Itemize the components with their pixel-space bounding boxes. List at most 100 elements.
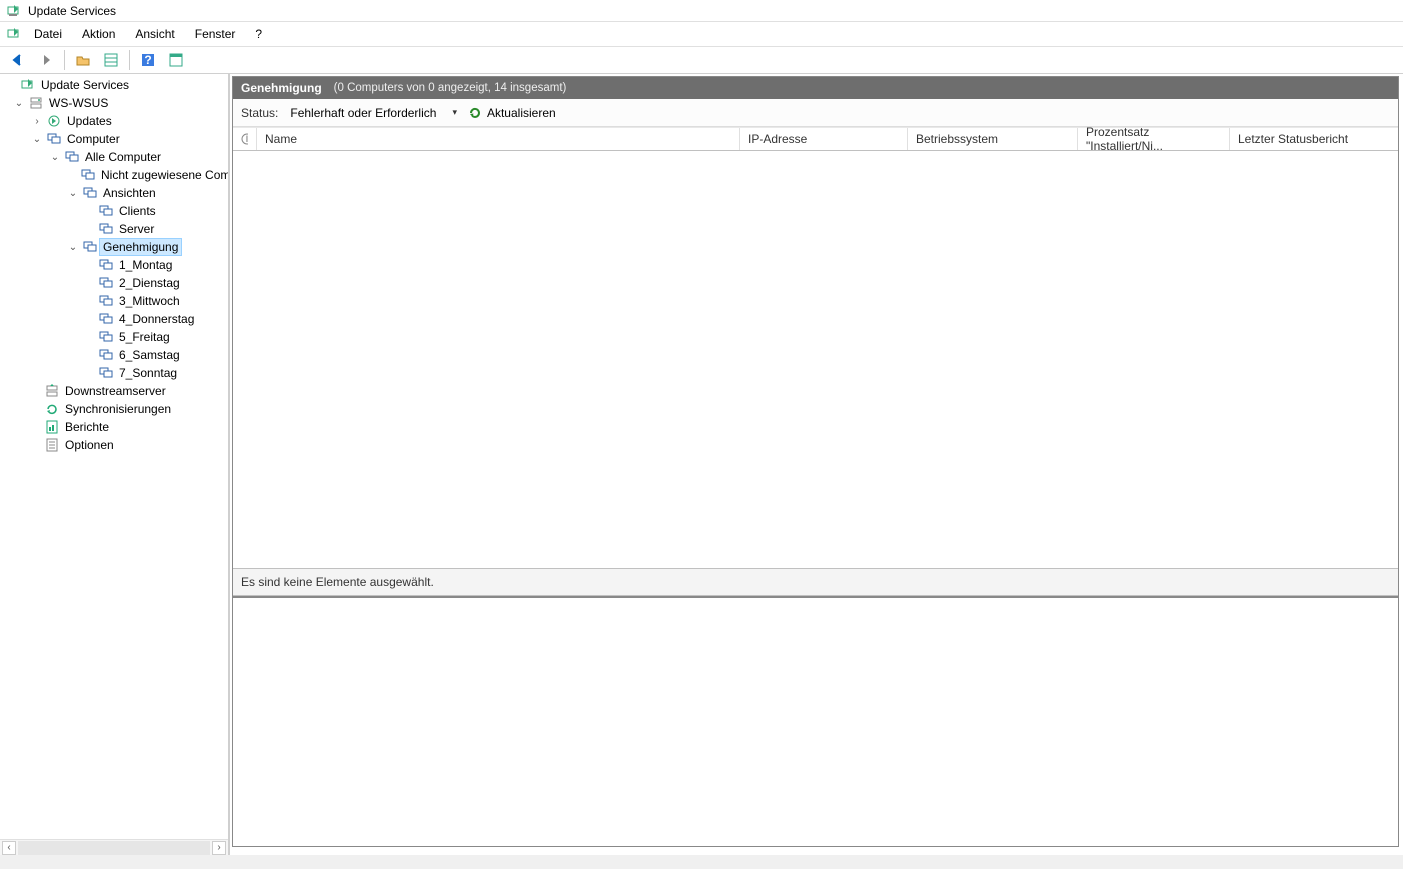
caret-open-icon[interactable]: ⌄ <box>66 242 80 253</box>
tree-all-computers[interactable]: ⌄ Alle Computer <box>0 148 228 166</box>
tree-label: Clients <box>116 203 159 219</box>
column-info-icon[interactable]: i <box>233 128 257 150</box>
tree-clients[interactable]: Clients <box>0 202 228 220</box>
caret-open-icon[interactable]: ⌄ <box>12 98 26 109</box>
report-icon <box>44 419 60 435</box>
tree-label: Downstreamserver <box>62 383 169 399</box>
tree-label: 6_Samstag <box>116 347 183 363</box>
sync-icon <box>44 401 60 417</box>
tree-label: Updates <box>64 113 115 129</box>
options-icon <box>44 437 60 453</box>
tree-day[interactable]: 7_Sonntag <box>0 364 228 382</box>
server-icon <box>28 95 44 111</box>
new-window-button[interactable] <box>164 49 188 71</box>
menu-ansicht[interactable]: Ansicht <box>127 25 182 43</box>
tree-day[interactable]: 3_Mittwoch <box>0 292 228 310</box>
window-title: Update Services <box>28 4 116 18</box>
computer-group-icon <box>98 293 114 309</box>
tree-label: 5_Freitag <box>116 329 173 345</box>
computer-group-icon <box>82 185 98 201</box>
refresh-icon <box>467 105 483 121</box>
tree-servernode[interactable]: Server <box>0 220 228 238</box>
tree-label: Ansichten <box>100 185 159 201</box>
menu-datei[interactable]: Datei <box>26 25 70 43</box>
tree-label: Computer <box>64 131 123 147</box>
tree-label: 3_Mittwoch <box>116 293 183 309</box>
caret-closed-icon[interactable]: › <box>30 116 44 127</box>
tree-label: Alle Computer <box>82 149 164 165</box>
tree-label: Nicht zugewiesene Com <box>98 167 228 183</box>
tree-label: WS-WSUS <box>46 95 111 111</box>
computer-group-icon <box>98 311 114 327</box>
tree-syncs[interactable]: Synchronisierungen <box>0 400 228 418</box>
tree-options[interactable]: Optionen <box>0 436 228 454</box>
tree-label: Optionen <box>62 437 117 453</box>
updates-icon <box>46 113 62 129</box>
tree-label: 1_Montag <box>116 257 175 273</box>
computer-group-icon <box>98 275 114 291</box>
svg-text:i: i <box>246 133 248 145</box>
statusbar <box>0 855 1403 869</box>
app-icon <box>6 3 22 19</box>
tree-day[interactable]: 5_Freitag <box>0 328 228 346</box>
tree-day[interactable]: 2_Dienstag <box>0 274 228 292</box>
list-view-button[interactable] <box>99 49 123 71</box>
tree-updates[interactable]: › Updates <box>0 112 228 130</box>
help-button[interactable]: ? <box>136 49 160 71</box>
tree-pane: Update Services ⌄ WS-WSUS › Updates ⌄ Co… <box>0 74 230 855</box>
menubar: Datei Aktion Ansicht Fenster ? <box>0 22 1403 46</box>
tree-label: Synchronisierungen <box>62 401 174 417</box>
computer-group-icon <box>98 257 114 273</box>
tree-root[interactable]: Update Services <box>0 76 228 94</box>
scroll-right-icon[interactable]: › <box>212 841 226 855</box>
tree-reports[interactable]: Berichte <box>0 418 228 436</box>
tree-day[interactable]: 1_Montag <box>0 256 228 274</box>
grid-body[interactable] <box>233 151 1398 568</box>
tree-computer[interactable]: ⌄ Computer <box>0 130 228 148</box>
status-label: Status: <box>241 106 278 120</box>
folder-open-button[interactable] <box>71 49 95 71</box>
tree-server[interactable]: ⌄ WS-WSUS <box>0 94 228 112</box>
dropdown-caret-icon[interactable]: ▾ <box>448 107 461 118</box>
refresh-button[interactable]: Aktualisieren <box>467 105 556 121</box>
app-icon-small <box>6 26 22 42</box>
tree-label: Genehmigung <box>100 239 181 255</box>
computer-group-icon <box>98 365 114 381</box>
back-button[interactable] <box>6 49 30 71</box>
grid-header: i Name IP-Adresse Betriebssystem Prozent… <box>233 127 1398 151</box>
caret-open-icon[interactable]: ⌄ <box>66 188 80 199</box>
menu-help[interactable]: ? <box>247 25 270 43</box>
computer-group-icon <box>98 221 114 237</box>
tree-label: 7_Sonntag <box>116 365 180 381</box>
menu-fenster[interactable]: Fenster <box>187 25 244 43</box>
column-ip[interactable]: IP-Adresse <box>740 128 908 150</box>
tree-label: Server <box>116 221 157 237</box>
refresh-label: Aktualisieren <box>487 106 556 120</box>
forward-button[interactable] <box>34 49 58 71</box>
tree-hscroll[interactable]: ‹ › <box>0 839 228 855</box>
scroll-left-icon[interactable]: ‹ <box>2 841 16 855</box>
tree-day[interactable]: 6_Samstag <box>0 346 228 364</box>
caret-open-icon[interactable]: ⌄ <box>30 134 44 145</box>
downstream-icon <box>44 383 60 399</box>
menu-aktion[interactable]: Aktion <box>74 25 123 43</box>
caret-open-icon[interactable]: ⌄ <box>48 152 62 163</box>
tree-downstream[interactable]: Downstreamserver <box>0 382 228 400</box>
tree-label: Berichte <box>62 419 112 435</box>
computer-group-icon <box>64 149 80 165</box>
tree-unassigned[interactable]: Nicht zugewiesene Com <box>0 166 228 184</box>
column-pct[interactable]: Prozentsatz "Installiert/Ni... <box>1078 128 1230 150</box>
computer-group-icon <box>80 167 96 183</box>
tree-approval[interactable]: ⌄ Genehmigung <box>0 238 228 256</box>
column-last[interactable]: Letzter Statusbericht <box>1230 128 1398 150</box>
tree[interactable]: Update Services ⌄ WS-WSUS › Updates ⌄ Co… <box>0 74 228 839</box>
tree-views[interactable]: ⌄ Ansichten <box>0 184 228 202</box>
status-dropdown[interactable]: Fehlerhaft oder Erforderlich <box>284 104 442 122</box>
tree-label: 2_Dienstag <box>116 275 183 291</box>
column-name[interactable]: Name <box>257 128 740 150</box>
column-os[interactable]: Betriebssystem <box>908 128 1078 150</box>
main-pane: Genehmigung (0 Computers von 0 angezeigt… <box>232 76 1399 847</box>
tree-label: 4_Donnerstag <box>116 311 197 327</box>
tree-day[interactable]: 4_Donnerstag <box>0 310 228 328</box>
computer-group-icon <box>98 329 114 345</box>
